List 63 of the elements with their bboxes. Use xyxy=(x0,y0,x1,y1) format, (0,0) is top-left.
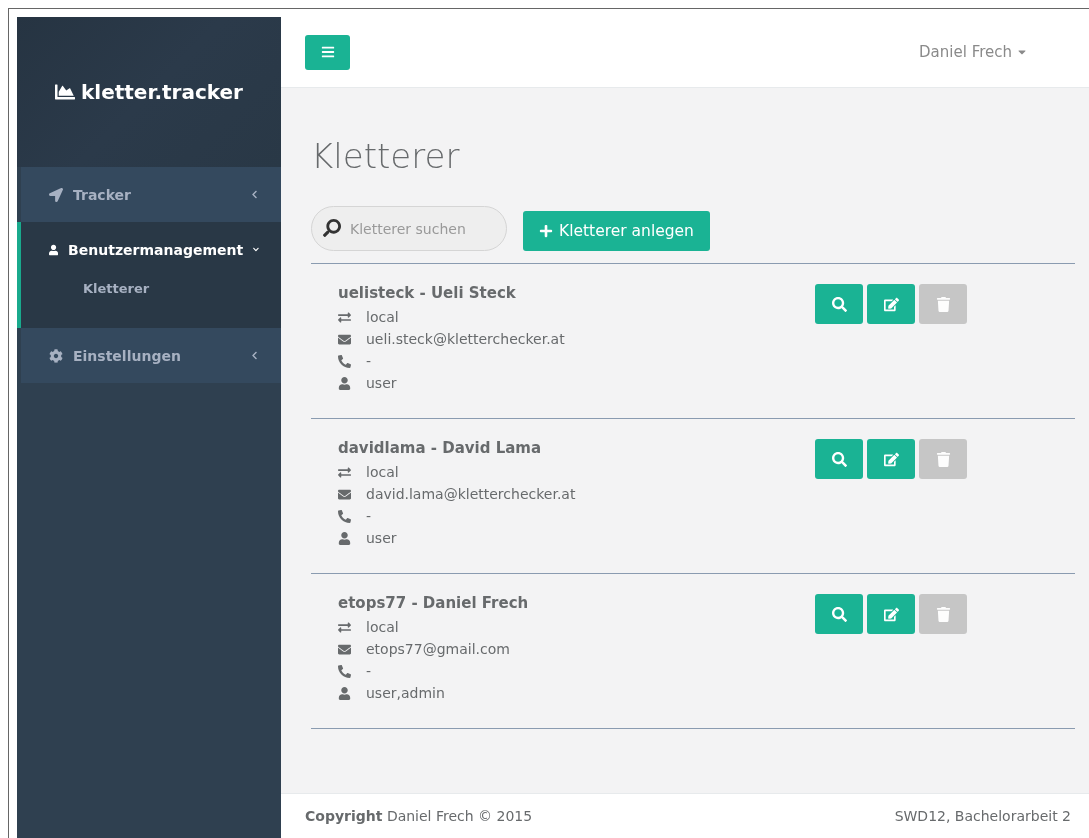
view-button[interactable] xyxy=(815,594,863,634)
user-name: etops77 - Daniel Frech xyxy=(338,594,530,612)
user-menu[interactable]: Daniel Frech xyxy=(913,42,1034,62)
phone-icon xyxy=(338,509,351,523)
user-icon xyxy=(338,531,351,545)
exchange-icon xyxy=(338,465,351,479)
user-icon xyxy=(338,686,351,700)
sidebar-item[interactable]: Tracker xyxy=(21,167,281,222)
user-name: davidlama - David Lama xyxy=(338,439,543,457)
plus-icon xyxy=(539,224,553,238)
phone-icon xyxy=(338,354,351,368)
settings-icon xyxy=(49,348,63,363)
sidebar-item[interactable]: Einstellungen xyxy=(21,328,281,383)
chevron-left-icon xyxy=(250,351,259,360)
phone-text: - xyxy=(366,663,372,679)
roles-text: user xyxy=(366,530,397,546)
envelope-icon xyxy=(338,332,351,346)
user-icon xyxy=(338,376,351,390)
phone-icon xyxy=(338,664,351,678)
roles-text: user xyxy=(366,375,397,391)
provider-text: local xyxy=(366,464,399,480)
search-icon xyxy=(831,296,847,312)
chevron-down-icon xyxy=(253,245,259,254)
copyright-text: Copyright Daniel Frech © 2015 xyxy=(305,808,533,824)
search-icon xyxy=(323,219,341,237)
page-title: Kletterer xyxy=(311,136,461,176)
edit-button[interactable] xyxy=(867,594,915,634)
view-button[interactable] xyxy=(815,284,863,324)
email-text: etops77@gmail.com xyxy=(366,641,510,657)
trash-icon xyxy=(935,451,951,467)
menu-button[interactable] xyxy=(305,34,350,70)
trash-icon xyxy=(935,296,951,312)
envelope-icon xyxy=(338,487,351,501)
view-button[interactable] xyxy=(815,439,863,479)
sidebar-subitem[interactable]: Kletterer xyxy=(21,277,281,328)
add-climber-button[interactable]: Kletterer anlegen xyxy=(523,211,710,251)
search-icon xyxy=(831,451,847,467)
phone-text: - xyxy=(366,508,372,524)
edit-icon xyxy=(883,606,899,622)
email-text: david.lama@kletterchecker.at xyxy=(366,486,576,502)
chevron-left-icon xyxy=(250,190,259,199)
edit-button[interactable] xyxy=(867,284,915,324)
user-icon xyxy=(49,242,59,257)
roles-text: user,admin xyxy=(366,685,445,701)
search-icon xyxy=(831,606,847,622)
provider-text: local xyxy=(366,619,399,635)
menu-icon xyxy=(320,45,335,59)
app-logo[interactable]: kletter.tracker xyxy=(81,80,243,104)
provider-text: local xyxy=(366,309,399,325)
exchange-icon xyxy=(338,310,351,324)
edit-icon xyxy=(883,451,899,467)
area-chart-icon xyxy=(55,82,75,102)
trash-icon xyxy=(935,606,951,622)
exchange-icon xyxy=(338,620,351,634)
search-field[interactable]: Kletterer suchen xyxy=(311,206,507,251)
location-arrow-icon xyxy=(49,187,63,202)
edit-icon xyxy=(883,296,899,312)
edit-button[interactable] xyxy=(867,439,915,479)
envelope-icon xyxy=(338,642,351,656)
phone-text: - xyxy=(366,353,372,369)
email-text: ueli.steck@kletterchecker.at xyxy=(366,331,565,347)
user-name: uelisteck - Ueli Steck xyxy=(338,284,517,302)
footer-info: SWD12, Bachelorarbeit 2 xyxy=(894,808,1071,824)
